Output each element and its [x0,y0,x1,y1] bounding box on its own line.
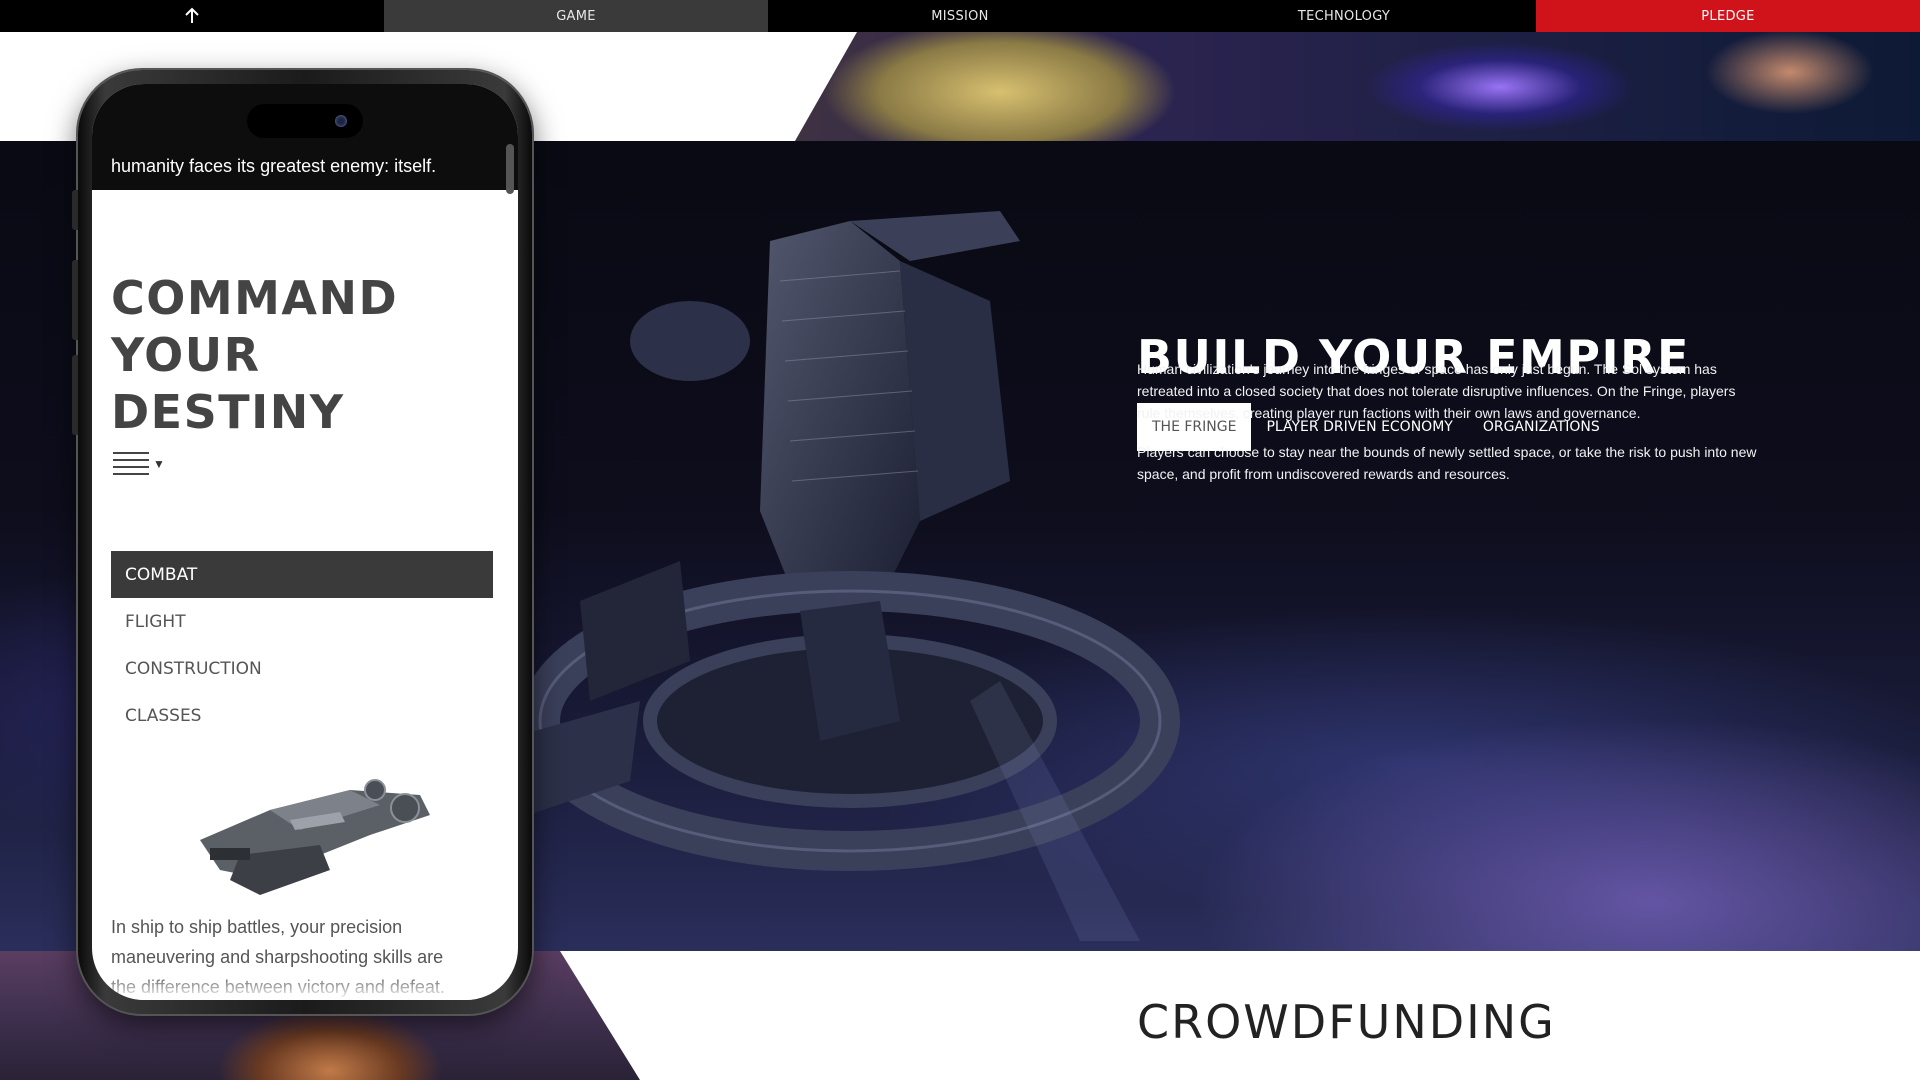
phone-tagline: humanity faces its greatest enemy: itsel… [111,156,437,176]
nav-mission[interactable]: MISSION [768,0,1152,32]
back-to-top-button[interactable] [0,0,384,32]
phone-mockup: humanity faces its greatest enemy: itsel… [72,70,532,1014]
phone-screen-header: humanity faces its greatest enemy: itsel… [92,84,518,194]
nav-game[interactable]: GAME [384,0,768,32]
phone-screen[interactable]: humanity faces its greatest enemy: itsel… [92,84,518,1000]
spaceship-image [200,779,430,895]
top-navigation: GAME MISSION TECHNOLOGY PLEDGE [0,0,1920,32]
menu-item-classes[interactable]: CLASSES [111,692,493,739]
dynamic-island [247,104,363,138]
phone-volume-down-button [72,355,78,435]
empire-paragraph-2: Players can choose to stay near the boun… [1137,444,1757,482]
menu-item-combat[interactable]: COMBAT [111,551,493,598]
nav-pledge[interactable]: PLEDGE [1536,0,1920,32]
phone-menu-toggle[interactable]: ▼ [113,450,165,478]
camera-icon [335,115,347,127]
phone-scrollbar[interactable] [506,144,514,194]
caret-down-icon: ▼ [153,457,165,471]
phone-title: COMMAND YOUR DESTINY [111,271,399,439]
menu-item-construction[interactable]: CONSTRUCTION [111,645,493,692]
arrow-up-icon [185,7,199,23]
empire-paragraph-1: Human civilization's journey into the fr… [1137,361,1736,421]
nav-technology[interactable]: TECHNOLOGY [1152,0,1536,32]
space-station-artwork [520,211,1180,941]
hamburger-menu-icon [113,450,149,478]
crowdfunding-title: CROWDFUNDING [1137,995,1556,1049]
phone-feature-menu: COMBAT FLIGHT CONSTRUCTION CLASSES [111,551,493,739]
phone-side-button [72,190,78,230]
menu-item-flight[interactable]: FLIGHT [111,598,493,645]
phone-fade [92,974,518,1000]
phone-volume-up-button [72,260,78,340]
